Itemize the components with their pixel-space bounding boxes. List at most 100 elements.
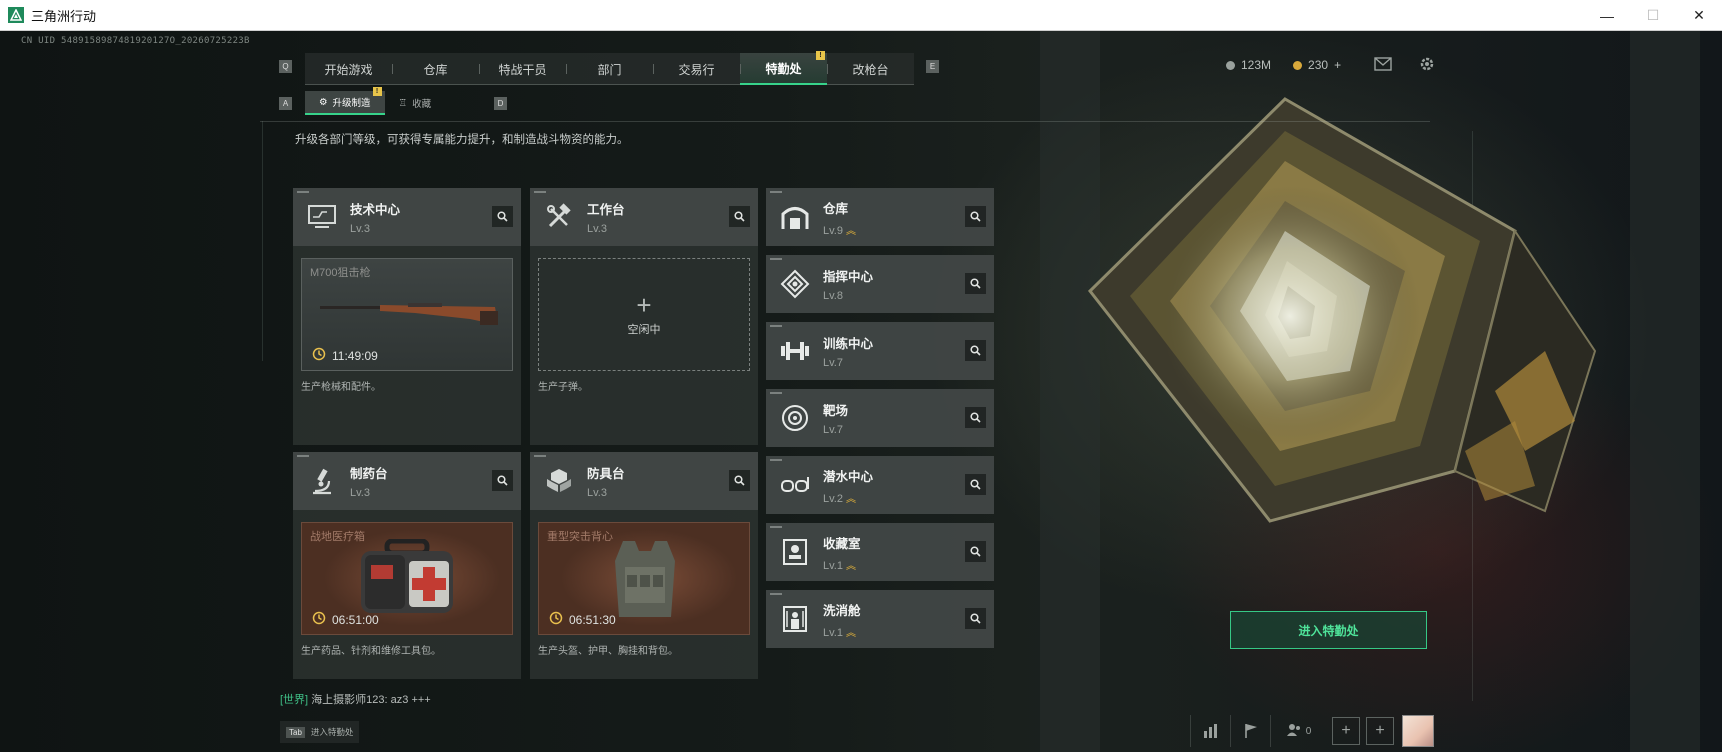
minimize-button[interactable]: — [1584,0,1630,31]
tab-departments[interactable]: 部门 [566,53,653,85]
search-icon[interactable] [492,470,513,491]
production-card-workbench: 工作台 Lv.3 + 空闲中 生产子弹。 [530,188,758,445]
production-timer: 11:49:09 [312,347,378,364]
game-viewport: CN UID 5489158987481920127O_20260725223B… [0,31,1722,752]
nav-prev-key[interactable]: Q [279,60,292,73]
card-header[interactable]: 防具台 Lv.3 [530,452,758,510]
maximize-button[interactable]: ☐ [1630,0,1676,31]
currency-bar: 123M 230 + [1226,53,1341,77]
level-text: Lv.8 [823,290,843,302]
friends-button[interactable]: 0 [1270,715,1326,747]
tab-special-ops[interactable]: 特勤处 ! [740,51,827,85]
search-icon[interactable] [729,206,750,227]
search-icon[interactable] [965,340,986,361]
tab-trading[interactable]: 交易行 [653,53,740,85]
production-card-pharmacy: 制药台 Lv.3 战地医疗箱 06:51:00 生产药品、针剂和维修工具包。 [293,452,521,679]
bg-frame-line [262,121,263,361]
card-level: Lv.7 [823,424,848,436]
tab-warehouse[interactable]: 仓库 [392,53,479,85]
diving-goggles-icon [773,463,817,507]
idle-label: 空闲中 [627,324,661,336]
card-description: 生产子弹。 [538,382,588,393]
upgrade-available-icon: ︽ [845,627,856,639]
timer-icon [549,611,563,628]
subnav-next-key[interactable]: D [494,97,507,110]
tab-label: 升级制造 [332,98,371,109]
department-command-center[interactable]: 指挥中心 Lv.8 [766,255,994,313]
department-warehouse[interactable]: 仓库 Lv.9 ︽ [766,188,994,246]
special-ops-cube-visual [1087,97,1597,523]
card-description: 生产药品、针剂和维修工具包。 [301,646,441,657]
flag-icon[interactable] [1230,715,1270,747]
card-header[interactable]: 技术中心 Lv.3 [293,188,521,246]
card-title: 防具台 [587,467,625,481]
production-slot[interactable]: M700狙击枪 11:49:09 [301,258,513,371]
production-timer: 06:51:00 [312,611,379,628]
subnav-prev-key[interactable]: A [279,97,292,110]
department-shooting-range[interactable]: 靶场 Lv.7 [766,389,994,447]
production-slot[interactable]: 战地医疗箱 06:51:00 [301,522,513,635]
card-title: 靶场 [823,404,849,418]
chat-line[interactable]: [世界] 海上摄影师123: az3 +++ [280,691,431,707]
tab-gunsmith[interactable]: 改枪台 [827,53,914,85]
card-title: 收藏室 [823,536,861,551]
tab-label: 特勤处 [765,61,802,76]
search-icon[interactable] [965,273,986,294]
department-collection-room[interactable]: 收藏室 Lv.1 ︽ [766,523,994,581]
search-icon[interactable] [965,407,986,428]
tab-collection[interactable]: ♖ 收藏 [385,91,446,115]
tab-upgrade-craft[interactable]: ⚙ 升级制造 ! [305,87,385,115]
department-training-center[interactable]: 训练中心 Lv.7 [766,322,994,380]
card-title: 潜水中心 [823,469,874,484]
department-decon-pod[interactable]: 洗消舱 Lv.1 ︽ [766,590,994,648]
vest-image [615,541,675,617]
tab-start-game[interactable]: 开始游戏 [305,53,392,85]
search-icon[interactable] [965,541,986,562]
intro-text: 升级各部门等级，可获得专属能力提升，和制造战斗物资的能力。 [295,134,629,146]
add-currency-button[interactable]: + [1334,58,1341,72]
search-icon[interactable] [965,474,986,495]
card-title: 指挥中心 [823,270,874,284]
upgrade-available-icon: ︽ [845,493,856,505]
mail-icon[interactable] [1372,53,1394,75]
avatar[interactable] [1402,715,1434,747]
bottom-toolbar: 0 + + [1190,715,1434,747]
search-icon[interactable] [729,470,750,491]
close-button[interactable]: ✕ [1676,0,1722,31]
gear-icon[interactable] [1416,53,1438,75]
timer-text: 11:49:09 [332,348,378,363]
card-header[interactable]: 制药台 Lv.3 [293,452,521,510]
add-party-slot-button[interactable]: + [1366,717,1394,745]
command-center-icon [773,262,817,306]
bg-pillar [1630,31,1700,752]
upgrade-available-icon: ︽ [845,225,856,237]
monitor-circuit-icon [300,195,344,239]
window-titlebar: 三角洲行动 — ☐ ✕ [0,0,1722,31]
tab-label: 交易行 [678,62,715,77]
tab-operators[interactable]: 特战干员 [479,53,566,85]
search-icon[interactable] [492,206,513,227]
department-diving-center[interactable]: 潜水中心 Lv.2 ︽ [766,456,994,514]
hammer-wrench-icon [537,195,581,239]
collection-room-icon [773,530,817,574]
app-logo-icon [8,7,24,23]
nav-next-key[interactable]: E [926,60,939,73]
level-text: Lv.1 [823,626,843,639]
search-icon[interactable] [965,608,986,629]
production-slot[interactable]: 重型突击背心 06:51:30 [538,522,750,635]
add-party-slot-button[interactable]: + [1332,717,1360,745]
bond-amount: 230 [1308,58,1329,72]
search-icon[interactable] [965,206,986,227]
tab-hint[interactable]: Tab 进入特勤处 [280,721,360,743]
tab-label: 开始游戏 [324,62,373,77]
enter-special-ops-button[interactable]: 进入特勤处 [1230,611,1427,649]
production-card-armor-bench: 防具台 Lv.3 重型突击背心 06:51:30 生产头盔、护甲、胸挂和背包。 [530,452,758,679]
sub-nav: ⚙ 升级制造 ! ♖ 收藏 [305,87,446,115]
level-text: Lv.2 [823,492,843,505]
stats-icon[interactable] [1190,715,1230,747]
tab-label: 改枪台 [852,62,889,77]
card-level: Lv.1 ︽ [823,557,861,572]
production-card-tech-center: 技术中心 Lv.3 M700狙击枪 11:49:09 生产枪械和配件。 [293,188,521,445]
empty-production-slot[interactable]: + 空闲中 [538,258,750,371]
card-header[interactable]: 工作台 Lv.3 [530,188,758,246]
